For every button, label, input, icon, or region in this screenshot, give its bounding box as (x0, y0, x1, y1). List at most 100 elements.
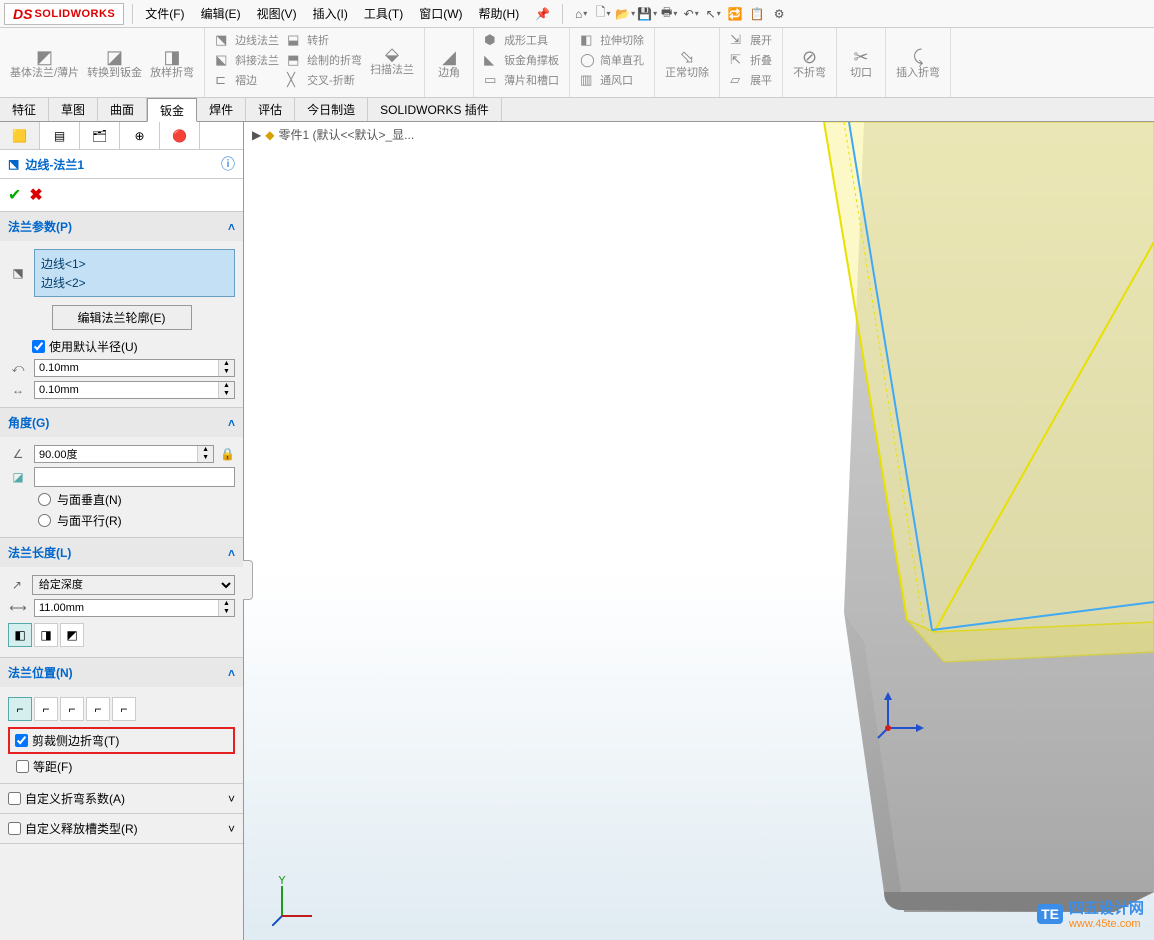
miter-flange-button[interactable]: ⬕斜接法兰 (211, 50, 283, 70)
spinner-up[interactable]: ▲ (219, 600, 234, 608)
tab-evaluate[interactable]: 评估 (246, 98, 295, 121)
tab-today[interactable]: 今日制造 (295, 98, 368, 121)
length-ref-button-3[interactable]: ◩ (60, 623, 84, 647)
tab-weldment[interactable]: 焊件 (197, 98, 246, 121)
spinner-down[interactable]: ▼ (198, 454, 213, 462)
length-ref-button-1[interactable]: ◧ (8, 623, 32, 647)
panel-tab-property[interactable]: ▤ (40, 122, 80, 149)
flange-params-header[interactable]: 法兰参数(P)˄ (0, 212, 243, 241)
edit-profile-button[interactable]: 编辑法兰轮廓(E) (52, 305, 192, 330)
radius2-input[interactable] (35, 382, 218, 398)
length-input[interactable] (35, 600, 218, 616)
3d-viewport[interactable]: ▶ ◆ 零件1 (默认<<默认>_显... 🔍 🔍 ↶ ◫ ▦ ◻ 👁 🎨 ⬛ … (244, 122, 1154, 940)
doc-icon[interactable]: 📋 (747, 4, 767, 24)
spinner-down[interactable]: ▼ (219, 608, 234, 616)
vent-button[interactable]: ▥通风口 (576, 70, 648, 90)
face-selection-box[interactable] (34, 467, 235, 487)
panel-tab-appearance[interactable]: 🔴 (160, 122, 200, 149)
edge-flange-button[interactable]: ⬔边线法兰 (211, 30, 283, 50)
angle-header[interactable]: 角度(G)˄ (0, 408, 243, 437)
panel-pull-handle[interactable] (243, 560, 253, 600)
gap-icon: ↔ (8, 383, 28, 397)
panel-tab-dim[interactable]: ⊕ (120, 122, 160, 149)
position-button-3[interactable]: ⌐ (60, 697, 84, 721)
position-header[interactable]: 法兰位置(N)˄ (0, 658, 243, 687)
spinner-down[interactable]: ▼ (219, 368, 234, 376)
panel-tab-config[interactable]: 🗂 (80, 122, 120, 149)
tab-plugins[interactable]: SOLIDWORKS 插件 (368, 98, 502, 121)
position-button-4[interactable]: ⌐ (86, 697, 110, 721)
offset-checkbox[interactable] (16, 760, 29, 773)
base-flange-button[interactable]: ◩基体法兰/薄片 (6, 45, 83, 81)
gusset-button[interactable]: ◣钣金角撑板 (480, 50, 563, 70)
use-default-radius-checkbox[interactable] (32, 340, 45, 353)
menu-tools[interactable]: 工具(T) (356, 0, 411, 28)
perpendicular-radio[interactable] (38, 493, 51, 506)
panel-tab-feature[interactable]: 🟨 (0, 122, 40, 149)
unfold-button[interactable]: ⇲展开 (726, 30, 776, 50)
ok-button[interactable]: ✔ (8, 185, 21, 205)
loft-bend-button[interactable]: ◨放样折弯 (146, 45, 198, 81)
menu-help[interactable]: 帮助(H) (471, 0, 528, 28)
position-button-2[interactable]: ⌐ (34, 697, 58, 721)
convert-sheetmetal-button[interactable]: ◪转换到钣金 (83, 45, 146, 81)
length-ref-button-2[interactable]: ◨ (34, 623, 58, 647)
spinner-up[interactable]: ▲ (219, 360, 234, 368)
spinner-down[interactable]: ▼ (219, 390, 234, 398)
position-button-1[interactable]: ⌐ (8, 697, 32, 721)
trim-side-bends-checkbox[interactable] (15, 734, 28, 747)
position-button-5[interactable]: ⌐ (112, 697, 136, 721)
menu-edit[interactable]: 编辑(E) (193, 0, 249, 28)
insert-bend-button[interactable]: ⤹插入折弯 (892, 45, 944, 81)
menu-pin[interactable]: 📌 (527, 0, 558, 28)
corner-button[interactable]: ◢边角 (431, 45, 467, 81)
custom-relief-checkbox[interactable] (8, 822, 21, 835)
select-icon[interactable]: ↖▾ (703, 4, 723, 24)
no-bend-button[interactable]: ⊘不折弯 (789, 45, 830, 81)
spinner-up[interactable]: ▲ (219, 382, 234, 390)
sketch-bend-button[interactable]: ⬒绘制的折弯 (283, 50, 366, 70)
simple-hole-button[interactable]: ◯简单直孔 (576, 50, 648, 70)
open-icon[interactable]: 📂▾ (615, 4, 635, 24)
forming-tool-button[interactable]: ⬢成形工具 (480, 30, 563, 50)
hem-button[interactable]: ⊏褶边 (211, 70, 283, 90)
rip-button[interactable]: ✂切口 (843, 45, 879, 81)
jog-button[interactable]: ⬓转折 (283, 30, 366, 50)
radius1-input[interactable] (35, 360, 218, 376)
settings-icon[interactable]: ⚙ (769, 4, 789, 24)
spinner-up[interactable]: ▲ (198, 446, 213, 454)
help-icon[interactable]: ⓘ (221, 154, 235, 174)
cancel-button[interactable]: ✖ (29, 185, 42, 205)
extrude-cut-button[interactable]: ◧拉伸切除 (576, 30, 648, 50)
parallel-radio[interactable] (38, 514, 51, 527)
tab-feature[interactable]: 特征 (0, 98, 49, 121)
tab-sketch[interactable]: 草图 (49, 98, 98, 121)
normal-cut-button[interactable]: ⬂正常切除 (661, 45, 713, 81)
custom-bend-checkbox[interactable] (8, 792, 21, 805)
tab-slot-button[interactable]: ▭薄片和槽口 (480, 70, 563, 90)
custom-bend-header[interactable]: 自定义折弯系数(A)˅ (0, 784, 243, 814)
fold-button[interactable]: ⇱折叠 (726, 50, 776, 70)
menu-view[interactable]: 视图(V) (249, 0, 305, 28)
angle-input[interactable] (35, 446, 197, 462)
edge-selection-box[interactable]: 边线<1> 边线<2> (34, 249, 235, 297)
new-icon[interactable]: 🗋▾ (593, 4, 613, 24)
cross-break-button[interactable]: ╳交叉-折断 (283, 70, 366, 90)
triad-icon[interactable] (876, 690, 926, 740)
lock-icon[interactable]: 🔒 (220, 447, 235, 461)
undo-icon[interactable]: ↶▾ (681, 4, 701, 24)
menu-window[interactable]: 窗口(W) (411, 0, 470, 28)
tab-sheetmetal[interactable]: 钣金 (147, 98, 197, 122)
sweep-flange-button[interactable]: ⬙扫描法兰 (366, 30, 418, 90)
length-type-select[interactable]: 给定深度 (32, 575, 235, 595)
home-icon[interactable]: ⌂▾ (571, 4, 591, 24)
save-icon[interactable]: 💾▾ (637, 4, 657, 24)
menu-file[interactable]: 文件(F) (137, 0, 192, 28)
flatten-button[interactable]: ▱展平 (726, 70, 776, 90)
menu-insert[interactable]: 插入(I) (305, 0, 356, 28)
print-icon[interactable]: 🖶▾ (659, 4, 679, 24)
length-header[interactable]: 法兰长度(L)˄ (0, 538, 243, 567)
custom-relief-header[interactable]: 自定义释放槽类型(R)˅ (0, 814, 243, 844)
tab-surface[interactable]: 曲面 (98, 98, 147, 121)
rebuild-icon[interactable]: 🔁 (725, 4, 745, 24)
